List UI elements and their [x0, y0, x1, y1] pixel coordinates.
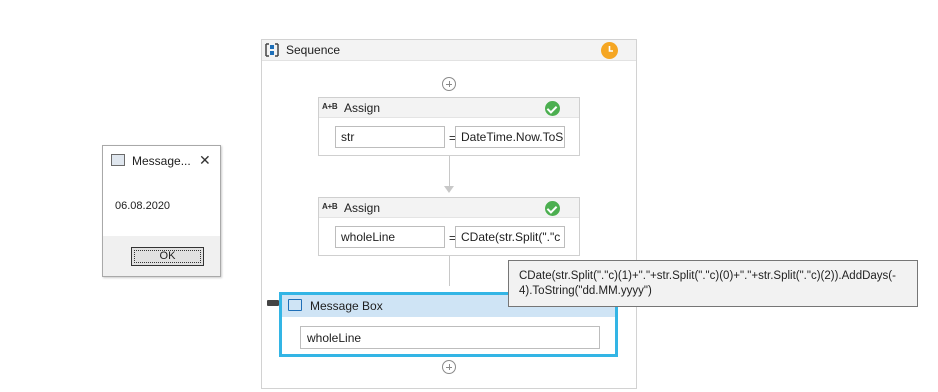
breakpoint-pin-icon [267, 300, 279, 306]
message-dialog: Message... ✕ 06.08.2020 OK [102, 145, 221, 277]
message-box-title: Message Box [310, 299, 383, 313]
add-activity-icon[interactable] [442, 360, 456, 374]
assign-header: A+B Assign [319, 98, 579, 118]
assign-to-field[interactable]: wholeLine [335, 226, 445, 248]
assign-value-field[interactable]: CDate(str.Split("."c [455, 226, 565, 248]
clock-icon[interactable] [601, 42, 618, 59]
assign-icon: A+B [322, 102, 338, 111]
add-activity-icon[interactable] [442, 77, 456, 91]
sequence-title: Sequence [286, 43, 341, 57]
dialog-footer: OK [103, 236, 220, 276]
window-icon [111, 154, 125, 166]
assign-header: A+B Assign [319, 198, 579, 218]
assign-value-field[interactable]: DateTime.Now.ToS [455, 126, 565, 148]
message-icon [288, 299, 302, 311]
assign-to-field[interactable]: str [335, 126, 445, 148]
assign-activity-wholeline[interactable]: A+B Assign wholeLine = CDate(str.Split("… [318, 197, 580, 256]
assign-activity-str[interactable]: A+B Assign str = DateTime.Now.ToS [318, 97, 580, 156]
flow-connector [449, 256, 450, 286]
sequence-icon [265, 43, 279, 57]
sequence-header[interactable]: Sequence [262, 40, 636, 61]
flow-arrow [444, 186, 454, 193]
dialog-message: 06.08.2020 [115, 200, 171, 212]
check-icon [545, 201, 560, 216]
ok-button[interactable]: OK [131, 247, 204, 266]
assign-title: Assign [344, 101, 381, 115]
expression-tooltip: CDate(str.Split("."c)(1)+"."+str.Split("… [508, 260, 918, 307]
message-text-field[interactable]: wholeLine [300, 326, 600, 349]
dialog-title: Message... [132, 154, 191, 168]
close-icon[interactable]: ✕ [199, 152, 211, 169]
dialog-titlebar[interactable]: Message... ✕ [103, 146, 220, 174]
assign-title: Assign [344, 201, 381, 215]
assign-icon: A+B [322, 202, 338, 211]
flow-connector [449, 156, 450, 186]
check-icon [545, 101, 560, 116]
